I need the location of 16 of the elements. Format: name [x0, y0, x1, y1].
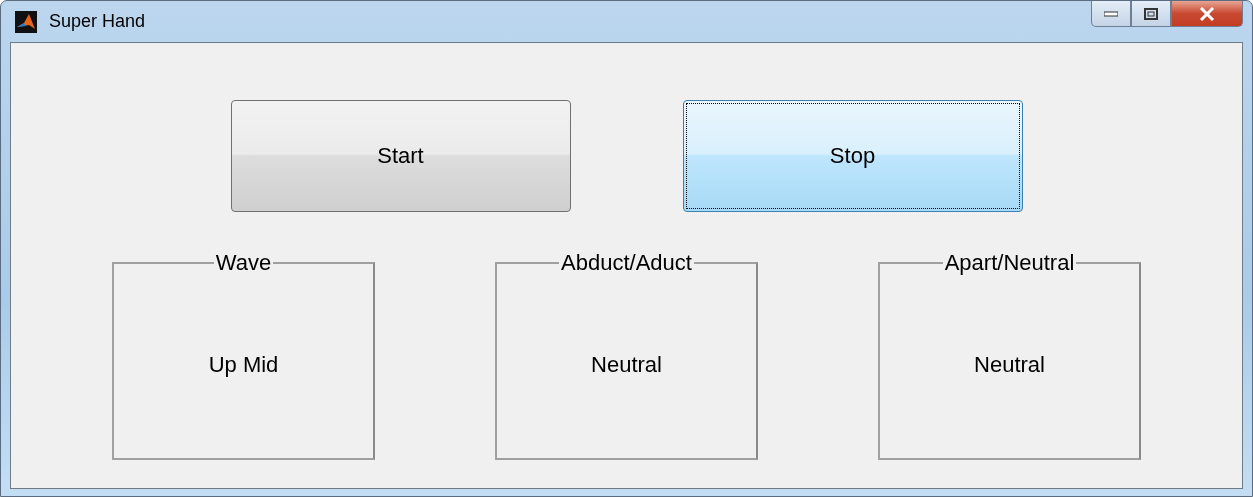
- close-button[interactable]: [1171, 1, 1243, 27]
- maximize-icon: [1144, 7, 1158, 20]
- close-icon: [1199, 6, 1215, 21]
- maximize-button[interactable]: [1131, 1, 1171, 27]
- push-button[interactable]: Start: [230, 100, 571, 212]
- panel-title: Wave: [214, 250, 273, 276]
- window-title: Super Hand: [49, 11, 146, 32]
- panel-title: Abduct/Aduct: [560, 250, 693, 276]
- app-logo-icon: [15, 10, 37, 33]
- panel-value: Up Mid: [208, 352, 279, 378]
- minimize-button[interactable]: [1091, 1, 1131, 27]
- panel-value: Neutral: [591, 352, 662, 378]
- push-button[interactable]: Stop: [682, 100, 1023, 212]
- panel-title: Apart/Neutral: [943, 250, 1076, 276]
- panel-value: Neutral: [974, 352, 1045, 378]
- minimize-icon: [1104, 10, 1118, 17]
